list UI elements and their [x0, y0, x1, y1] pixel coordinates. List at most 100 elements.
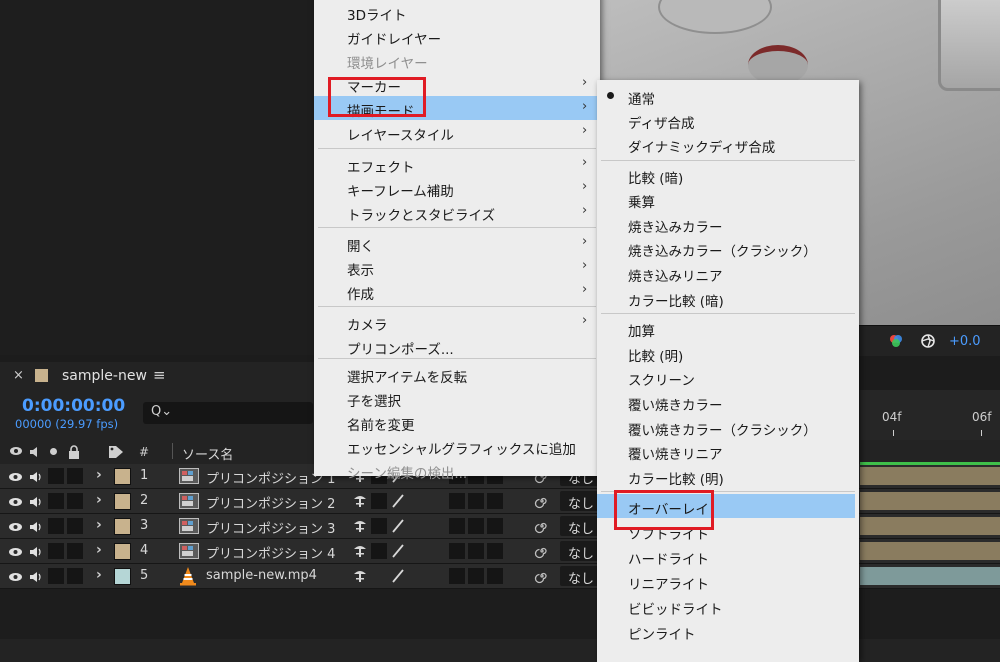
parent-dropdown[interactable]: なし: [568, 568, 594, 587]
shy-icon[interactable]: [352, 543, 368, 563]
solo-switch[interactable]: [48, 568, 64, 584]
blend-mode-item-13[interactable]: 覆い焼きカラー（クラシック）: [597, 415, 855, 439]
speaker-icon[interactable]: [28, 569, 43, 588]
layer-duration-bar[interactable]: [860, 492, 1000, 510]
menu-item-11[interactable]: 作成 ›: [314, 279, 600, 303]
motion-blur-switch[interactable]: [468, 493, 484, 509]
menu-item-15[interactable]: 子を選択: [314, 386, 600, 410]
blend-mode-item-9[interactable]: 加算: [597, 316, 855, 340]
blend-mode-item-0[interactable]: 通常: [597, 84, 855, 108]
expand-chevron-icon[interactable]: ›: [96, 492, 102, 508]
layer-search-input[interactable]: Q⌄: [143, 402, 313, 424]
lock-switch[interactable]: [67, 568, 83, 584]
effects-switch[interactable]: [449, 518, 465, 534]
motion-blur-switch[interactable]: [468, 568, 484, 584]
effects-switch[interactable]: [449, 493, 465, 509]
lock-icon[interactable]: [68, 444, 80, 463]
menu-item-14[interactable]: 選択アイテムを反転: [314, 362, 600, 386]
speaker-icon[interactable]: [28, 469, 43, 488]
menu-item-17[interactable]: エッセンシャルグラフィックスに追加: [314, 434, 600, 458]
layer-duration-bar[interactable]: [860, 467, 1000, 485]
effects-switch[interactable]: [449, 543, 465, 559]
quality-slash-icon[interactable]: [390, 543, 406, 563]
speaker-icon[interactable]: [28, 494, 43, 513]
current-timecode[interactable]: 0:00:00:00: [22, 396, 125, 416]
parent-dropdown[interactable]: なし: [568, 493, 594, 512]
menu-item-7[interactable]: キーフレーム補助 ›: [314, 176, 600, 200]
blend-mode-item-7[interactable]: 焼き込みリニア: [597, 261, 855, 285]
collapse-switch[interactable]: [371, 493, 387, 509]
solo-switch[interactable]: [48, 468, 64, 484]
video-switch-eye-icon[interactable]: [9, 444, 23, 461]
expand-chevron-icon[interactable]: ›: [96, 567, 102, 583]
eye-icon[interactable]: [8, 469, 23, 488]
lock-switch[interactable]: [67, 493, 83, 509]
blend-mode-item-19[interactable]: リニアライト: [597, 569, 855, 593]
label-color-swatch[interactable]: [114, 518, 131, 535]
spiral-icon[interactable]: [534, 568, 550, 588]
menu-item-9[interactable]: 開く ›: [314, 231, 600, 255]
solo-switch[interactable]: [48, 493, 64, 509]
adjustment-switch[interactable]: [487, 518, 503, 534]
close-tab-icon[interactable]: ×: [13, 368, 24, 383]
lock-switch[interactable]: [67, 518, 83, 534]
exposure-reset-icon[interactable]: [920, 333, 936, 349]
eye-icon[interactable]: [8, 569, 23, 588]
solo-switch[interactable]: [48, 518, 64, 534]
layer-name[interactable]: プリコンポジション 4: [206, 543, 335, 562]
blend-mode-item-20[interactable]: ビビッドライト: [597, 594, 855, 618]
blend-mode-item-12[interactable]: 覆い焼きカラー: [597, 390, 855, 414]
blend-mode-item-11[interactable]: スクリーン: [597, 365, 855, 389]
comp-tab-title[interactable]: sample-new: [62, 368, 147, 384]
menu-item-6[interactable]: エフェクト ›: [314, 152, 600, 176]
blend-mode-item-4[interactable]: 乗算: [597, 187, 855, 211]
label-color-swatch[interactable]: [114, 543, 131, 560]
menu-item-16[interactable]: 名前を変更: [314, 410, 600, 434]
source-name-column[interactable]: ソース名: [182, 444, 233, 463]
menu-item-0[interactable]: 3Dライト: [314, 0, 600, 24]
menu-item-8[interactable]: トラックとスタビライズ ›: [314, 200, 600, 224]
quality-slash-icon[interactable]: [390, 568, 406, 588]
motion-blur-switch[interactable]: [468, 543, 484, 559]
blend-mode-item-5[interactable]: 焼き込みカラー: [597, 212, 855, 236]
expand-chevron-icon[interactable]: ›: [96, 517, 102, 533]
quality-slash-icon[interactable]: [390, 493, 406, 513]
menu-item-10[interactable]: 表示 ›: [314, 255, 600, 279]
layer-name[interactable]: プリコンポジション 2: [206, 493, 335, 512]
eye-icon[interactable]: [8, 494, 23, 513]
shy-icon[interactable]: [352, 493, 368, 513]
blend-mode-item-21[interactable]: ピンライト: [597, 619, 855, 643]
solo-dot-icon[interactable]: [50, 448, 57, 455]
solo-switch[interactable]: [48, 543, 64, 559]
layer-name[interactable]: プリコンポジション 3: [206, 518, 335, 537]
blend-mode-item-8[interactable]: カラー比較 (暗): [597, 286, 855, 310]
adjustment-switch[interactable]: [487, 543, 503, 559]
speaker-icon[interactable]: [28, 544, 43, 563]
blend-mode-item-2[interactable]: ダイナミックディザ合成: [597, 132, 855, 156]
parent-dropdown[interactable]: なし: [568, 543, 594, 562]
label-color-swatch[interactable]: [114, 568, 131, 585]
shy-icon[interactable]: [352, 568, 368, 588]
label-color-swatch[interactable]: [114, 468, 131, 485]
collapse-switch[interactable]: [371, 543, 387, 559]
layer-duration-bar[interactable]: [860, 567, 1000, 585]
lock-switch[interactable]: [67, 468, 83, 484]
panel-menu-icon[interactable]: ≡: [153, 366, 166, 384]
motion-blur-switch[interactable]: [468, 518, 484, 534]
blend-mode-item-6[interactable]: 焼き込みカラー（クラシック）: [597, 236, 855, 260]
label-color-swatch[interactable]: [114, 493, 131, 510]
blend-mode-item-3[interactable]: 比較 (暗): [597, 163, 855, 187]
eye-icon[interactable]: [8, 519, 23, 538]
lock-switch[interactable]: [67, 543, 83, 559]
spiral-icon[interactable]: [534, 518, 550, 538]
expand-chevron-icon[interactable]: ›: [96, 467, 102, 483]
collapse-switch[interactable]: [371, 518, 387, 534]
expand-chevron-icon[interactable]: ›: [96, 542, 102, 558]
blend-mode-item-10[interactable]: 比較 (明): [597, 341, 855, 365]
layer-duration-bar[interactable]: [860, 517, 1000, 535]
layer-duration-bar[interactable]: [860, 542, 1000, 560]
menu-item-1[interactable]: ガイドレイヤー: [314, 24, 600, 48]
layer-name[interactable]: sample-new.mp4: [206, 568, 317, 583]
blend-mode-item-14[interactable]: 覆い焼きリニア: [597, 439, 855, 463]
blend-mode-item-1[interactable]: ディザ合成: [597, 108, 855, 132]
